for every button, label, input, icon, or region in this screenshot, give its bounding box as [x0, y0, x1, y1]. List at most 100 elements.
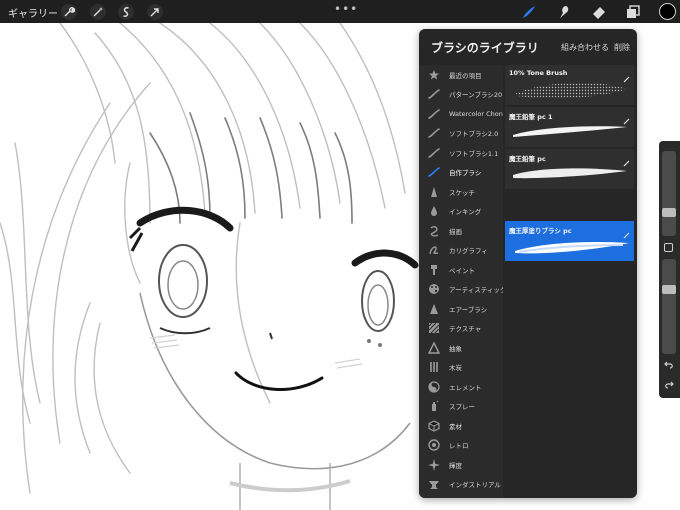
brush-set-item[interactable]: アーティスティック [419, 280, 503, 300]
brush-set-item[interactable]: 素材 [419, 416, 503, 436]
selection-icon[interactable] [118, 4, 134, 20]
stroke-icon [427, 107, 441, 121]
layers-icon[interactable] [624, 3, 642, 21]
brush-set-item[interactable]: パターンブラシ20 [419, 85, 503, 105]
brush-card[interactable]: 魔王厚塗りブラシ pc [505, 221, 634, 261]
palette-icon [427, 282, 441, 296]
brush-card[interactable]: 魔王鉛筆 pc 1 [505, 107, 634, 147]
brush-set-item[interactable]: ソフトブラシ1.1 [419, 143, 503, 163]
stroke-icon [427, 126, 441, 140]
brush-set-label: エレメント [449, 383, 482, 392]
brush-set-item[interactable]: テクスチャ [419, 319, 503, 339]
brush-set-item[interactable]: 最近の項目 [419, 65, 503, 85]
texture-icon [427, 321, 441, 335]
triangle-icon [427, 341, 441, 355]
right-sidebar [659, 141, 680, 398]
brush-name: 10% Tone Brush [509, 69, 568, 77]
brush-set-item[interactable]: スプレー [419, 397, 503, 417]
brush-set-label: 最近の項目 [449, 71, 482, 80]
top-toolbar: ギャラリー ••• [0, 0, 680, 23]
brush-set-label: パターンブラシ20 [449, 91, 503, 100]
anvil-icon [427, 477, 441, 491]
brush-set-label: 木炭 [449, 364, 462, 373]
brush-set-item[interactable]: カリグラフィ [419, 241, 503, 261]
brush-size-handle[interactable] [662, 208, 676, 217]
wrench-icon[interactable] [61, 4, 77, 20]
redo-icon[interactable] [663, 379, 675, 391]
brush-set-label: スケッチ [449, 188, 475, 197]
more-dots-icon[interactable]: ••• [334, 2, 358, 16]
square-icon[interactable] [664, 243, 673, 252]
brush-set-label: 抽象 [449, 344, 462, 353]
brush-set-list[interactable]: 最近の項目パターンブラシ20 Watercolor Chonmang ソフトブラシ2… [419, 65, 503, 498]
ink-drop-icon [427, 204, 441, 218]
brush-set-label: ペイント [449, 266, 475, 275]
yin-yang-icon [427, 380, 441, 394]
charcoal-icon [427, 360, 441, 374]
calligraphy-icon [427, 243, 441, 257]
opacity-handle[interactable] [662, 285, 676, 294]
smudge-icon[interactable] [555, 3, 573, 21]
brush-set-label: ソフトブラシ1.1 [449, 149, 499, 158]
color-picker-button[interactable] [659, 3, 676, 20]
brush-set-label: 自作ブラシ [449, 169, 482, 178]
brush-list[interactable]: 10% Tone Brush 魔王鉛筆 pc 1 魔王鉛筆 pc 魔王厚塗りブラシ p… [503, 65, 637, 498]
undo-icon[interactable] [663, 359, 675, 371]
opacity-slider[interactable] [662, 259, 676, 354]
brush-set-item[interactable]: スケッチ [419, 182, 503, 202]
leaf-icon [427, 497, 441, 498]
brush-icon[interactable] [520, 3, 538, 21]
brush-stroke-preview [509, 77, 630, 103]
airbrush-icon [427, 302, 441, 316]
brush-set-item[interactable]: ペイント [419, 260, 503, 280]
brush-set-item[interactable]: インダストリアル [419, 475, 503, 495]
spiral-icon [427, 224, 441, 238]
brush-stroke-preview [509, 161, 630, 187]
retro-icon [427, 438, 441, 452]
brush-card[interactable]: 魔王鉛筆 pc [505, 149, 634, 189]
brush-set-label: 素材 [449, 422, 462, 431]
brush-set-label: テクスチャ [449, 325, 482, 334]
brush-stroke-preview [509, 233, 630, 259]
brush-library-panel: ブラシのライブラリ 組み合わせる 削除 最近の項目パターンブラシ20 Waterc… [419, 29, 637, 498]
brush-set-label: スプレー [449, 403, 475, 412]
brush-set-item[interactable]: 描画 [419, 221, 503, 241]
brush-set-item[interactable]: レトロ [419, 436, 503, 456]
brush-set-item[interactable]: 自作ブラシ [419, 163, 503, 183]
panel-title: ブラシのライブラリ [431, 41, 539, 55]
brush-edit-icon[interactable] [623, 68, 630, 83]
pencil-tip-icon [427, 185, 441, 199]
brush-set-item[interactable]: 木炭 [419, 358, 503, 378]
brush-set-item[interactable]: オーガニック [419, 494, 503, 498]
brush-set-item[interactable]: エアーブラシ [419, 299, 503, 319]
stroke-icon [427, 165, 441, 179]
brush-set-item[interactable]: ソフトブラシ2.0 [419, 124, 503, 144]
brush-set-item[interactable]: 輝度 [419, 455, 503, 475]
brush-size-slider[interactable] [662, 151, 676, 236]
brush-set-item[interactable]: エレメント [419, 377, 503, 397]
brush-edit-icon[interactable] [623, 152, 630, 167]
brush-set-label: アーティスティック [449, 286, 503, 295]
brush-set-label: Watercolor Chonmang [449, 109, 503, 118]
brush-stroke-preview [509, 119, 630, 145]
brush-set-label: レトロ [449, 442, 469, 451]
brush-set-label: ソフトブラシ2.0 [449, 130, 499, 139]
brush-set-item[interactable]: インキング [419, 202, 503, 222]
brush-edit-icon[interactable] [623, 110, 630, 125]
brush-card[interactable]: 10% Tone Brush [505, 65, 634, 105]
brush-set-label: エアーブラシ [449, 305, 488, 314]
eraser-icon[interactable] [590, 3, 608, 21]
combine-button[interactable]: 組み合わせる [561, 42, 609, 53]
brush-set-label: カリグラフィ [449, 247, 488, 256]
brush-set-item[interactable]: Watercolor Chonmang [419, 104, 503, 124]
stroke-icon [427, 87, 441, 101]
magic-wand-icon[interactable] [90, 4, 106, 20]
brush-edit-icon[interactable] [623, 224, 630, 239]
gallery-button[interactable]: ギャラリー [8, 5, 58, 20]
paint-brush-icon [427, 263, 441, 277]
delete-button[interactable]: 削除 [614, 42, 630, 53]
brush-set-item[interactable]: 抽象 [419, 338, 503, 358]
transform-arrow-icon[interactable] [147, 4, 163, 20]
stroke-icon [427, 146, 441, 160]
cube-icon [427, 419, 441, 433]
